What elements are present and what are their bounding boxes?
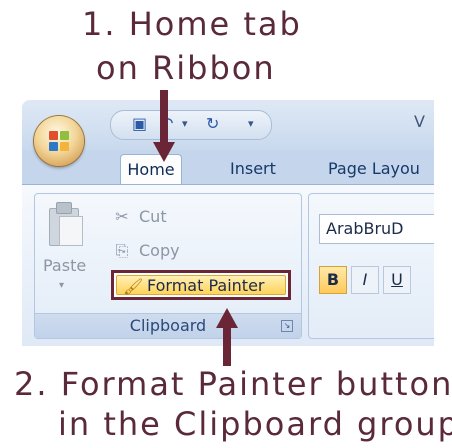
arrow-to-format-painter <box>223 326 231 366</box>
paintbrush-icon: 🖌 <box>123 277 144 296</box>
scissors-icon: ✂ <box>115 207 129 226</box>
arrowhead-down-icon <box>153 142 175 162</box>
arrow-to-home-tab <box>160 90 168 144</box>
font-group: ArabBruD B I U <box>308 193 434 339</box>
clipboard-group: Paste ▾ ✂ Cut ⎘ Copy 🖌 Format Painter Clip… <box>34 193 302 339</box>
clipboard-group-label: Clipboard <box>35 313 301 338</box>
dialog-launcher-icon[interactable]: ↘ <box>281 320 293 332</box>
step2-caption-line1: 2. Format Painter button <box>14 365 452 403</box>
step2-caption-line2: in the Clipboard group <box>58 405 452 443</box>
quick-access-toolbar: ▣ ↶ ▾ ↻ ▾ <box>110 110 280 140</box>
step1-caption-line2: on Ribbon <box>96 49 276 87</box>
tab-page-layout[interactable]: Page Layou <box>316 154 432 184</box>
font-name-box[interactable]: ArabBruD <box>319 214 434 244</box>
bold-button[interactable]: B <box>319 266 347 294</box>
copy-icon: ⎘ <box>115 241 129 260</box>
paste-dropdown-icon[interactable]: ▾ <box>59 280 64 291</box>
undo-dropdown-icon[interactable]: ▾ <box>182 114 188 134</box>
copy-label: Copy <box>139 241 180 260</box>
paste-icon[interactable] <box>45 202 83 246</box>
underline-button[interactable]: U <box>383 266 411 294</box>
format-painter-label: Format Painter <box>147 276 265 295</box>
cut-button[interactable]: ✂ Cut <box>111 204 167 230</box>
format-painter-highlight: 🖌 Format Painter <box>111 270 291 300</box>
tab-insert[interactable]: Insert <box>218 154 288 184</box>
italic-button[interactable]: I <box>351 266 379 294</box>
copy-button[interactable]: ⎘ Copy <box>111 238 180 264</box>
format-painter-button[interactable]: 🖌 Format Painter <box>116 275 286 296</box>
window-title: V <box>414 112 425 131</box>
customize-qat-icon[interactable]: ▾ <box>248 114 254 134</box>
ribbon-tab-strip: Home Insert Page Layou <box>22 150 434 185</box>
paste-button[interactable]: Paste <box>43 256 86 275</box>
save-icon[interactable]: ▣ <box>132 114 147 134</box>
office-logo-icon <box>49 131 69 151</box>
cut-label: Cut <box>139 207 167 226</box>
redo-icon[interactable]: ↻ <box>206 114 219 134</box>
arrowhead-up-icon <box>216 308 238 328</box>
step1-caption-line1: 1. Home tab <box>82 5 302 43</box>
office-button[interactable] <box>34 116 84 166</box>
